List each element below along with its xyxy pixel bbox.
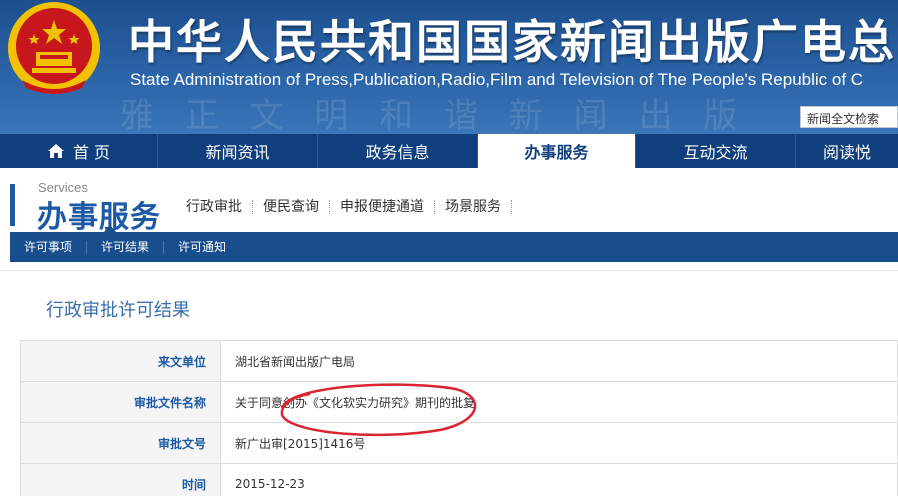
services-section-header: Services 办事服务 行政审批 便民查询 申报便捷通道 场景服务 许可事项… bbox=[10, 168, 898, 264]
nav-interaction[interactable]: 互动交流 bbox=[636, 134, 796, 168]
row-label: 来文单位 bbox=[20, 340, 221, 382]
site-header: 雅 正 文 明 和 谐 新 闻 出 版 中华人民共和国国家新闻出版广电总 Sta… bbox=[0, 0, 898, 134]
table-row: 时间 2015-12-23 bbox=[20, 463, 898, 496]
section-subnav: 行政审批 便民查询 申报便捷通道 场景服务 bbox=[186, 200, 512, 214]
national-emblem-icon bbox=[8, 2, 100, 94]
section-title-cn: 办事服务 bbox=[37, 200, 161, 235]
search-input[interactable]: 新闻全文检索 bbox=[800, 106, 898, 128]
subnav-admin-approval[interactable]: 行政审批 bbox=[186, 200, 253, 214]
nav-home[interactable]: 首 页 bbox=[0, 134, 158, 168]
nav-services[interactable]: 办事服务 bbox=[478, 134, 636, 168]
tab-license-results[interactable]: 许可结果 bbox=[87, 240, 165, 254]
row-value: 2015-12-23 bbox=[220, 463, 898, 496]
row-value: 湖北省新闻出版广电局 bbox=[220, 340, 898, 382]
approval-tabs-bar: 许可事项 许可结果 许可通知 bbox=[10, 225, 898, 262]
section-accent-bar bbox=[10, 184, 15, 226]
nav-news[interactable]: 新闻资讯 bbox=[158, 134, 318, 168]
table-row: 审批文件名称 关于同意创办《文化软实力研究》期刊的批复 bbox=[20, 381, 898, 423]
active-tab-pointer bbox=[104, 225, 116, 232]
table-row: 审批文号 新广出审[2015]1416号 bbox=[20, 422, 898, 464]
subnav-fast-channel[interactable]: 申报便捷通道 bbox=[330, 200, 435, 214]
content-divider bbox=[0, 270, 898, 271]
row-label: 审批文号 bbox=[20, 422, 221, 464]
site-title-cn: 中华人民共和国国家新闻出版广电总 bbox=[128, 15, 896, 69]
home-icon bbox=[47, 144, 64, 158]
tab-license-notices[interactable]: 许可通知 bbox=[164, 240, 240, 254]
nav-reading[interactable]: 阅读悦 bbox=[796, 134, 898, 168]
subnav-scene-services[interactable]: 场景服务 bbox=[435, 200, 512, 214]
row-label: 时间 bbox=[20, 463, 221, 496]
nav-home-label: 首 页 bbox=[72, 143, 111, 162]
main-nav: 首 页 新闻资讯 政务信息 办事服务 互动交流 阅读悦 bbox=[0, 134, 898, 168]
nav-government-info[interactable]: 政务信息 bbox=[318, 134, 478, 168]
row-value: 关于同意创办《文化软实力研究》期刊的批复 bbox=[220, 381, 898, 423]
subnav-public-query[interactable]: 便民查询 bbox=[253, 200, 330, 214]
row-value: 新广出审[2015]1416号 bbox=[220, 422, 898, 464]
table-row: 来文单位 湖北省新闻出版广电局 bbox=[20, 340, 898, 382]
approval-details-table: 来文单位 湖北省新闻出版广电局 审批文件名称 关于同意创办《文化软实力研究》期刊… bbox=[20, 340, 898, 496]
row-label: 审批文件名称 bbox=[20, 381, 221, 423]
tab-license-items[interactable]: 许可事项 bbox=[10, 240, 88, 254]
page-title: 行政审批许可结果 bbox=[46, 300, 190, 321]
header-background-pattern: 雅 正 文 明 和 谐 新 闻 出 版 bbox=[120, 96, 748, 134]
site-title-en: State Administration of Press,Publicatio… bbox=[130, 70, 864, 89]
